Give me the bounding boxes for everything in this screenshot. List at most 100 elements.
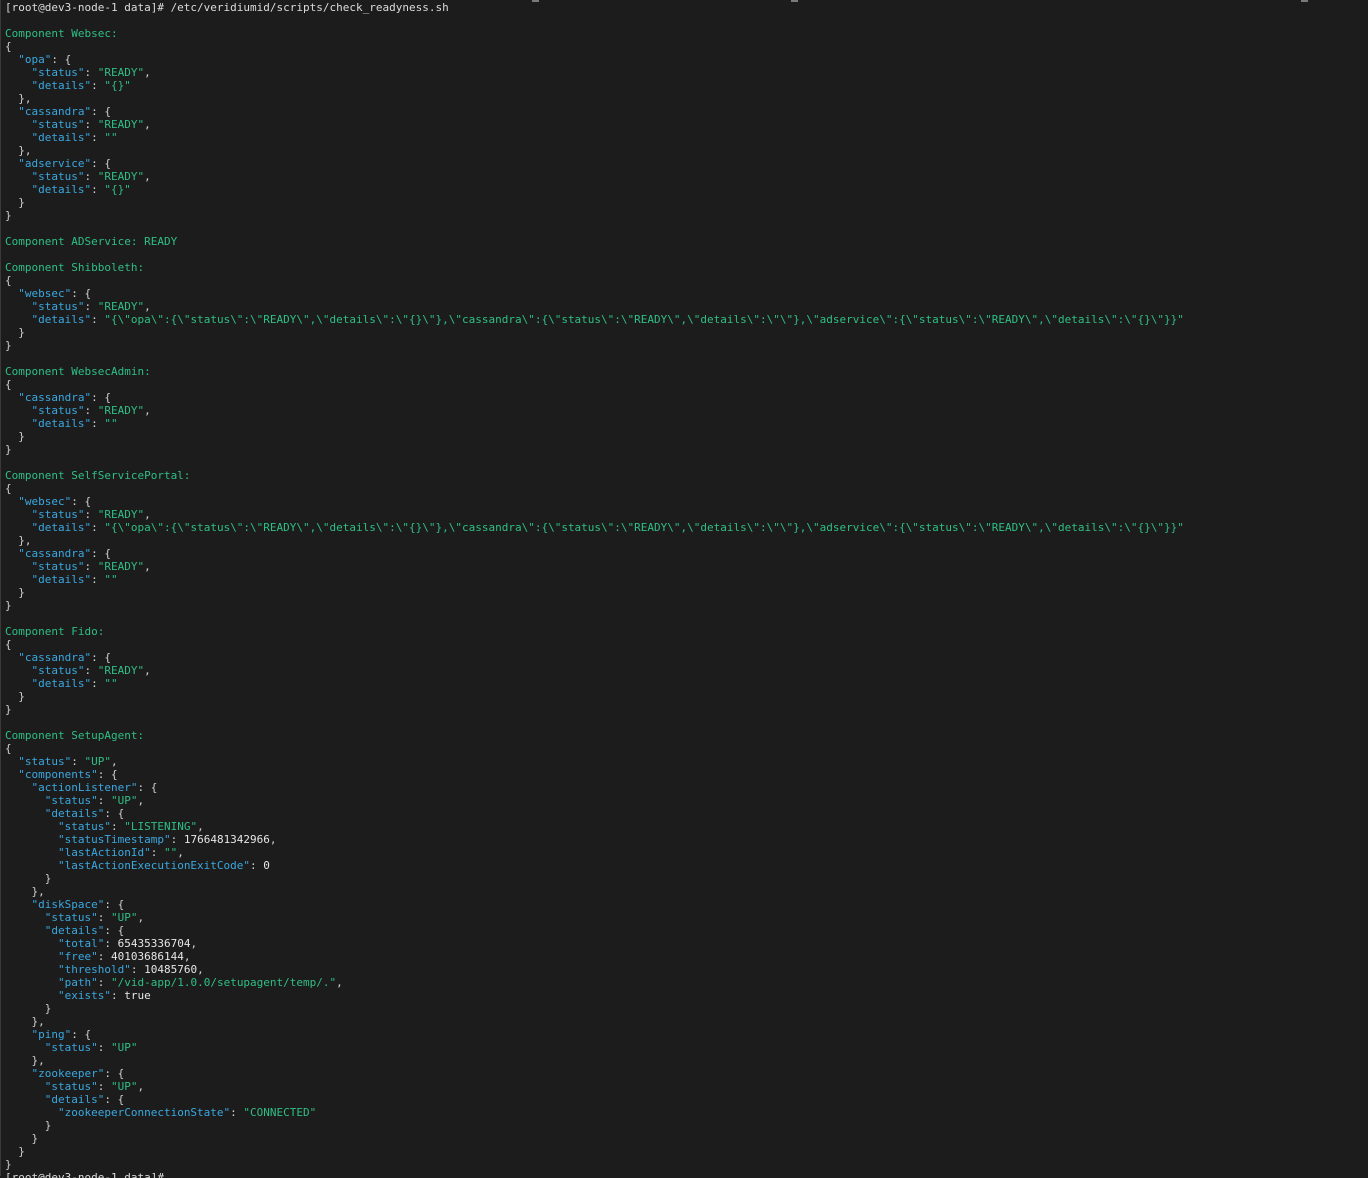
json-punctuation: :: [97, 911, 111, 924]
terminal-line: }: [5, 1132, 1366, 1145]
json-punctuation: }: [5, 196, 25, 209]
json-punctuation: ,: [144, 170, 151, 183]
json-key: "cassandra": [18, 105, 92, 118]
json-punctuation: :: [84, 664, 98, 677]
terminal-line: "total": 65435336704,: [5, 937, 1366, 950]
terminal-line: "actionListener": {: [5, 781, 1366, 794]
json-punctuation: [5, 911, 45, 924]
json-punctuation: {: [5, 40, 12, 53]
terminal-line: "lastActionExecutionExitCode": 0: [5, 859, 1366, 872]
json-punctuation: ,: [197, 963, 204, 976]
component-header: Component Fido:: [5, 625, 105, 638]
json-key: "cassandra": [18, 391, 92, 404]
component-header: Component Shibboleth:: [5, 261, 145, 274]
terminal-line: "details": "": [5, 573, 1366, 586]
json-key: "details": [31, 79, 92, 92]
json-punctuation: : {: [71, 287, 92, 300]
terminal-line: "zookeeper": {: [5, 1067, 1366, 1080]
terminal-line: "components": {: [5, 768, 1366, 781]
json-key: "actionListener": [31, 781, 138, 794]
terminal-line: "status": "UP",: [5, 755, 1366, 768]
terminal-line: Component Websec:: [5, 27, 1366, 40]
json-key: "status": [31, 300, 85, 313]
json-punctuation: [5, 664, 32, 677]
json-key: "details": [31, 313, 92, 326]
terminal-line: }: [5, 1002, 1366, 1015]
json-punctuation: {: [5, 482, 12, 495]
json-punctuation: {: [5, 742, 12, 755]
json-punctuation: :: [84, 404, 98, 417]
json-punctuation: [5, 1041, 45, 1054]
json-punctuation: : {: [137, 781, 158, 794]
json-key: "diskSpace": [31, 898, 105, 911]
json-punctuation: ,: [144, 664, 151, 677]
json-punctuation: :: [150, 846, 164, 859]
json-punctuation: ,: [144, 508, 151, 521]
json-punctuation: :: [91, 521, 105, 534]
json-punctuation: },: [5, 144, 32, 157]
json-string-value: "": [104, 677, 118, 690]
json-punctuation: }: [5, 872, 52, 885]
json-punctuation: : {: [104, 898, 125, 911]
json-punctuation: : {: [104, 1067, 125, 1080]
terminal-output: [root@dev3-node-1 data]# /etc/veridiumid…: [5, 1, 1366, 1178]
terminal-line: {: [5, 274, 1366, 287]
terminal-line: }: [5, 326, 1366, 339]
json-string-value: "READY": [97, 300, 145, 313]
json-punctuation: [5, 313, 32, 326]
json-punctuation: :: [91, 573, 105, 586]
json-punctuation: }: [5, 443, 12, 456]
json-punctuation: [5, 521, 32, 534]
terminal-line: }: [5, 209, 1366, 222]
json-literal-value: 1766481342966: [183, 833, 270, 846]
json-punctuation: :: [170, 833, 184, 846]
json-punctuation: : {: [91, 651, 111, 664]
terminal-line: "status": "READY",: [5, 300, 1366, 313]
json-punctuation: :: [84, 508, 98, 521]
json-punctuation: [5, 976, 58, 989]
json-key: "websec": [18, 287, 72, 300]
terminal-line: "status": "UP",: [5, 911, 1366, 924]
json-key: "status": [18, 755, 72, 768]
json-punctuation: :: [84, 66, 98, 79]
json-punctuation: [5, 105, 18, 118]
json-key: "zookeeperConnectionState": [57, 1106, 231, 1119]
terminal-line: }: [5, 599, 1366, 612]
terminal-line: "status": "READY",: [5, 404, 1366, 417]
terminal-line: "diskSpace": {: [5, 898, 1366, 911]
component-header: Component WebsecAdmin:: [5, 365, 151, 378]
json-punctuation: :: [97, 950, 111, 963]
json-punctuation: ,: [336, 976, 343, 989]
json-key: "details": [31, 573, 92, 586]
json-punctuation: :: [84, 118, 98, 131]
json-punctuation: : {: [104, 1093, 125, 1106]
terminal-line: "lastActionId": "",: [5, 846, 1366, 859]
terminal-window[interactable]: [root@dev3-node-1 data]# /etc/veridiumid…: [0, 0, 1366, 1178]
terminal-line: }: [5, 443, 1366, 456]
json-key: "status": [44, 1041, 98, 1054]
json-punctuation: [5, 781, 32, 794]
json-punctuation: }: [5, 1145, 25, 1158]
json-punctuation: [5, 573, 32, 586]
terminal-line: }: [5, 430, 1366, 443]
json-punctuation: [5, 833, 58, 846]
json-literal-value: true: [124, 989, 151, 1002]
terminal-line: }: [5, 690, 1366, 703]
json-key: "status": [44, 1080, 98, 1093]
terminal-line: },: [5, 885, 1366, 898]
json-literal-value: 65435336704: [117, 937, 191, 950]
json-key: "lastActionExecutionExitCode": [57, 859, 251, 872]
json-punctuation: : {: [104, 924, 125, 937]
json-key: "details": [44, 1093, 105, 1106]
component-header: Component Websec:: [5, 27, 118, 40]
json-key: "status": [31, 560, 85, 573]
json-punctuation: ,: [144, 404, 151, 417]
json-punctuation: [5, 157, 18, 170]
json-punctuation: },: [5, 1015, 45, 1028]
json-string-value: "UP": [110, 794, 138, 807]
json-punctuation: }: [5, 1158, 12, 1171]
json-punctuation: }: [5, 209, 12, 222]
terminal-line: "free": 40103686144,: [5, 950, 1366, 963]
json-string-value: "READY": [97, 560, 145, 573]
